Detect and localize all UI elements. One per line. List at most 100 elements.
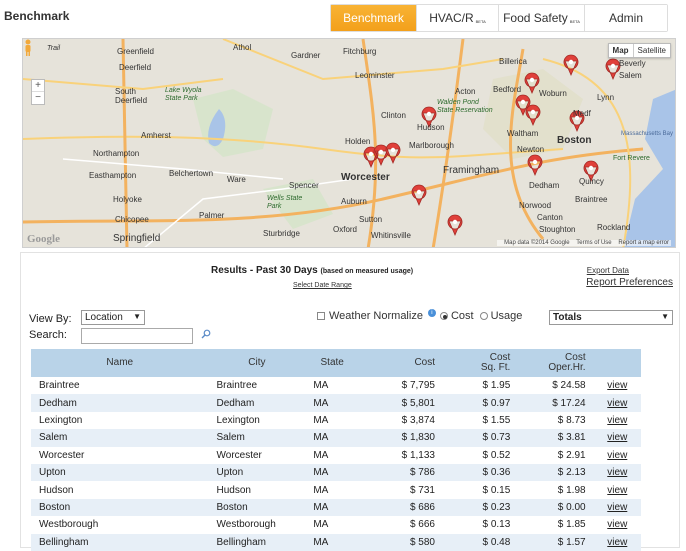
- cell-name: Braintree: [39, 380, 80, 392]
- view-link[interactable]: view: [594, 516, 641, 533]
- view-link[interactable]: view: [593, 498, 641, 517]
- cell-city: Braintree: [216, 380, 258, 392]
- export-data-link[interactable]: Export Data: [587, 266, 629, 275]
- location-marker[interactable]: [411, 184, 427, 207]
- map-label: Norwood: [519, 201, 552, 210]
- street-view-icon[interactable]: [23, 39, 33, 57]
- report-preferences-link[interactable]: Report Preferences: [586, 277, 673, 288]
- cell-cost-oper: $ 24.58: [552, 380, 586, 392]
- view-link[interactable]: view: [593, 394, 641, 412]
- tab-label: Admin: [608, 11, 643, 25]
- map-type-control: Map Satellite: [607, 43, 671, 58]
- location-marker[interactable]: [447, 214, 463, 237]
- tab-benchmark[interactable]: Benchmark: [331, 5, 417, 31]
- tab-admin[interactable]: Admin: [585, 5, 667, 31]
- metric-select[interactable]: Totals ▼: [549, 310, 673, 325]
- google-logo[interactable]: Google: [27, 233, 60, 245]
- cell-state: MA: [313, 519, 329, 531]
- cell-state: MA: [313, 484, 329, 496]
- map-label: Holyoke: [113, 195, 142, 204]
- location-marker[interactable]: [605, 58, 621, 81]
- dropdown-arrow-icon: ▼: [661, 312, 669, 321]
- cell-cost-oper: $ 8.73: [557, 414, 586, 426]
- map-label: Easthampton: [89, 171, 137, 180]
- map-label: Massachusetts Bay: [621, 131, 674, 137]
- column-header-name[interactable]: Name: [31, 349, 209, 377]
- table-row: Worcester Worcester MA $ 1,133 $ 0.52 $ 2.91 v…: [31, 447, 641, 464]
- cell-cost: $ 3,874: [401, 414, 435, 426]
- map-label: Newton: [517, 145, 545, 154]
- cell-name: Dedham: [31, 394, 209, 412]
- cell-cost-sqft: $ 1.55: [482, 414, 511, 426]
- search-input[interactable]: [81, 328, 193, 344]
- zoom-in-button[interactable]: +: [32, 80, 44, 92]
- cell-city: Upton: [208, 463, 306, 482]
- cell-cost: $ 731: [409, 484, 435, 496]
- cell-city: Worcester: [216, 449, 262, 461]
- map-label: Acton: [455, 87, 476, 96]
- view-link[interactable]: view: [593, 463, 641, 482]
- cost-radio[interactable]: [439, 312, 448, 320]
- view-link[interactable]: view: [593, 429, 641, 447]
- select-date-range-link[interactable]: Select Date Range: [293, 282, 352, 289]
- report-error-link[interactable]: Report a map error: [618, 240, 669, 246]
- map-label: Waltham: [507, 129, 539, 138]
- info-icon[interactable]: i: [427, 309, 436, 317]
- map-label: Sutton: [359, 215, 383, 224]
- column-header-cost-oper[interactable]: Cost Oper.Hr.: [518, 349, 594, 377]
- cell-cost-sqft: $ 0.15: [482, 484, 511, 496]
- search-icon[interactable]: [201, 329, 211, 339]
- map-type-map-button[interactable]: Map: [609, 44, 634, 57]
- view-link[interactable]: view: [594, 377, 641, 394]
- map-label: Oxford: [333, 225, 358, 234]
- map-label: Springfield: [113, 233, 161, 244]
- page-title: Benchmark: [4, 9, 70, 23]
- location-map[interactable]: Greenfield Athol Gardner Fitchburg Leomi…: [22, 38, 676, 248]
- map-label: Ware: [227, 175, 246, 184]
- cell-cost: $ 786: [359, 463, 443, 482]
- terms-link[interactable]: Terms of Use: [576, 240, 611, 246]
- map-label: Billerica: [499, 57, 528, 66]
- cell-name: Lexington: [39, 414, 83, 426]
- results-title: Results - Past 30 Days (based on measure…: [211, 265, 413, 276]
- view-by-label: View By:: [29, 313, 72, 325]
- view-by-select[interactable]: Location ▼: [81, 310, 145, 325]
- map-label: Lynn: [597, 93, 615, 102]
- tab-food-safety[interactable]: Food Safety BETA: [499, 5, 585, 31]
- view-link[interactable]: view: [593, 533, 641, 551]
- column-header-city[interactable]: City: [208, 349, 306, 377]
- map-credits: Map data ©2014 Google Terms of Use Repor…: [497, 240, 671, 246]
- column-header-cost[interactable]: Cost: [359, 349, 443, 377]
- beta-badge: BETA: [569, 18, 580, 24]
- location-marker[interactable]: [385, 142, 401, 165]
- table-row: Upton Upton MA $ 786 $ 0.36 $ 2.13 view: [31, 463, 641, 482]
- map-label: Sturbridge: [263, 229, 300, 238]
- map-label: Deerfield: [119, 63, 152, 72]
- cell-cost-sqft: $ 0.48: [443, 533, 519, 551]
- map-label: Boston: [557, 135, 592, 146]
- tab-hvac[interactable]: HVAC/R BETA: [417, 5, 499, 31]
- zoom-out-button[interactable]: −: [32, 92, 44, 104]
- map-label: Auburn: [341, 197, 367, 206]
- map-type-satellite-button[interactable]: Satellite: [634, 44, 670, 57]
- zoom-control: + −: [31, 79, 45, 105]
- map-label: Fitchburg: [343, 47, 377, 56]
- view-link[interactable]: view: [594, 481, 641, 498]
- map-label: Athol: [233, 43, 252, 52]
- map-label: Stoughton: [539, 225, 576, 234]
- cell-cost-oper: $ 2.91: [557, 449, 586, 461]
- usage-radio[interactable]: [479, 312, 488, 320]
- column-header-cost-sqft[interactable]: Cost Sq. Ft.: [443, 349, 519, 377]
- cell-cost-sqft: $ 1.95: [482, 380, 511, 392]
- cell-state: MA: [313, 449, 329, 461]
- view-link[interactable]: view: [594, 412, 641, 429]
- view-link[interactable]: view: [594, 447, 641, 464]
- cell-cost-sqft: $ 0.23: [443, 498, 519, 517]
- cell-cost-sqft: $ 0.73: [443, 429, 519, 447]
- map-label: Belchertown: [169, 169, 214, 178]
- map-label: Bedford: [493, 85, 522, 94]
- column-header-state[interactable]: State: [305, 349, 360, 377]
- cell-city: Lexington: [216, 414, 260, 426]
- weather-normalize-checkbox[interactable]: [317, 312, 325, 320]
- table-row: Westborough Westborough MA $ 666 $ 0.13 $ 1.8…: [31, 516, 641, 533]
